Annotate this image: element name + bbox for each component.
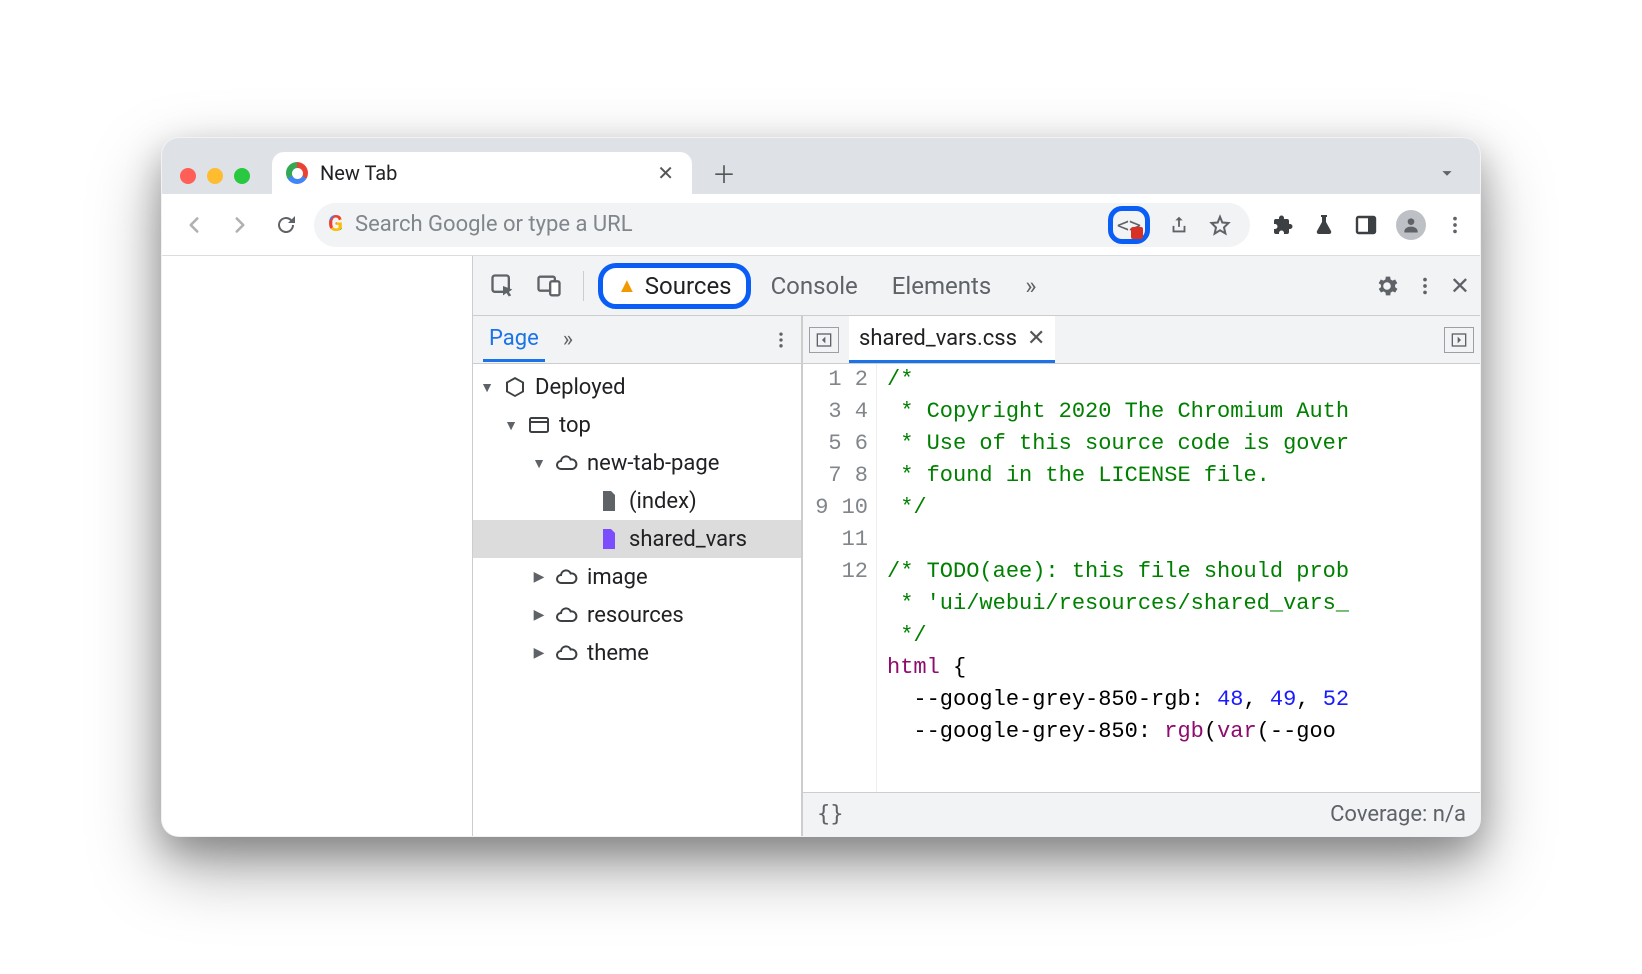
- code-editor[interactable]: 1 2 3 4 5 6 7 8 9 10 11 12 /* * Copyrigh…: [803, 364, 1480, 792]
- devtools-panel: ▲ Sources Console Elements » ✕: [472, 256, 1480, 836]
- tree-label: image: [587, 565, 648, 590]
- tree-label: (index): [629, 489, 697, 514]
- tree-item-shared-vars[interactable]: shared_vars: [473, 520, 801, 558]
- extensions-icon[interactable]: [1270, 213, 1294, 237]
- devtools-close-icon[interactable]: ✕: [1450, 272, 1470, 300]
- omnibox-actions: <>: [1108, 206, 1240, 244]
- tab-strip: New Tab ✕ ＋: [162, 138, 1480, 194]
- minimize-window-button[interactable]: [207, 168, 223, 184]
- profile-avatar-icon[interactable]: [1396, 210, 1426, 240]
- tab-overflow[interactable]: »: [1011, 268, 1050, 304]
- navigator-tab-overflow[interactable]: »: [557, 319, 579, 360]
- toolbar-right-icons: [1260, 210, 1466, 240]
- show-debugger-button[interactable]: [1444, 327, 1474, 353]
- labs-icon[interactable]: [1312, 213, 1336, 237]
- devtools-indicator-icon: <>: [1117, 213, 1141, 237]
- tab-sources-highlight[interactable]: ▲ Sources: [598, 263, 751, 309]
- navigator-panel: Page » Deployed: [473, 316, 803, 836]
- share-icon[interactable]: [1168, 214, 1190, 236]
- tab-sources-label: Sources: [645, 272, 732, 300]
- close-file-button[interactable]: ✕: [1027, 326, 1045, 351]
- device-toolbar-icon[interactable]: [529, 266, 569, 306]
- side-panel-icon[interactable]: [1354, 213, 1378, 237]
- tree-item-index[interactable]: (index): [473, 482, 801, 520]
- cloud-icon: [555, 451, 579, 475]
- close-window-button[interactable]: [180, 168, 196, 184]
- cloud-icon: [555, 603, 579, 627]
- coverage-status: Coverage: n/a: [1330, 802, 1466, 827]
- tree-item-top[interactable]: top: [473, 406, 801, 444]
- tree-label: Deployed: [535, 375, 626, 400]
- devtools-tab-bar: ▲ Sources Console Elements » ✕: [473, 256, 1480, 316]
- tree-item-resources[interactable]: resources: [473, 596, 801, 634]
- warning-triangle-icon: ▲: [617, 273, 637, 298]
- devtools-body: Page » Deployed: [473, 316, 1480, 836]
- google-icon: G: [328, 212, 343, 237]
- pretty-print-button[interactable]: {}: [817, 802, 844, 827]
- deployed-icon: [503, 375, 527, 399]
- page-viewport: [162, 256, 472, 836]
- tree-label: top: [559, 413, 591, 438]
- tree-label: new-tab-page: [587, 451, 719, 476]
- navigator-tab-bar: Page »: [473, 316, 801, 364]
- browser-toolbar: G Search Google or type a URL <>: [162, 194, 1480, 256]
- line-gutter: 1 2 3 4 5 6 7 8 9 10 11 12: [803, 364, 877, 792]
- address-bar[interactable]: G Search Google or type a URL <>: [314, 203, 1250, 247]
- devtools-menu-icon[interactable]: [1414, 275, 1436, 297]
- source-status-bar: {} Coverage: n/a: [803, 792, 1480, 836]
- tree-item-new-tab-page[interactable]: new-tab-page: [473, 444, 801, 482]
- fullscreen-window-button[interactable]: [234, 168, 250, 184]
- navigator-menu-icon[interactable]: [771, 330, 791, 350]
- code-content: /* * Copyright 2020 The Chromium Auth * …: [877, 364, 1349, 792]
- content-area: ▲ Sources Console Elements » ✕: [162, 256, 1480, 836]
- navigator-tab-page[interactable]: Page: [483, 318, 545, 362]
- open-file-name: shared_vars.css: [859, 326, 1017, 351]
- window-controls: [180, 168, 250, 194]
- tree-item-theme[interactable]: theme: [473, 634, 801, 672]
- file-css-icon: [597, 527, 621, 551]
- back-button[interactable]: [176, 207, 212, 243]
- new-tab-button[interactable]: ＋: [706, 154, 742, 190]
- tree-item-image[interactable]: image: [473, 558, 801, 596]
- cloud-icon: [555, 641, 579, 665]
- inspect-element-icon[interactable]: [483, 266, 523, 306]
- tree-item-deployed[interactable]: Deployed: [473, 368, 801, 406]
- source-panel: shared_vars.css ✕ 1 2 3 4 5 6 7 8 9 10 1…: [803, 316, 1480, 836]
- forward-button[interactable]: [222, 207, 258, 243]
- tab-elements[interactable]: Elements: [878, 268, 1005, 304]
- bookmark-star-icon[interactable]: [1208, 213, 1232, 237]
- frame-icon: [527, 413, 551, 437]
- chrome-menu-icon[interactable]: [1444, 214, 1466, 236]
- chrome-logo-icon: [286, 162, 308, 184]
- reload-button[interactable]: [268, 207, 304, 243]
- source-tab-bar: shared_vars.css ✕: [803, 316, 1480, 364]
- omnibox-placeholder: Search Google or type a URL: [355, 212, 633, 237]
- tree-label: resources: [587, 603, 684, 628]
- browser-window: New Tab ✕ ＋ G Search Google or type a UR…: [161, 137, 1481, 837]
- devtools-settings-icon[interactable]: [1374, 273, 1400, 299]
- devtools-indicator-highlight[interactable]: <>: [1108, 206, 1150, 244]
- tab-title: New Tab: [320, 161, 397, 185]
- show-navigator-button[interactable]: [809, 327, 839, 353]
- close-tab-button[interactable]: ✕: [657, 161, 674, 185]
- file-tree: Deployed top new-tab-page: [473, 364, 801, 836]
- tabs-menu-button[interactable]: [1436, 162, 1458, 184]
- file-icon: [597, 489, 621, 513]
- tab-console[interactable]: Console: [757, 268, 872, 304]
- cloud-icon: [555, 565, 579, 589]
- tree-label: shared_vars: [629, 527, 747, 552]
- browser-tab[interactable]: New Tab ✕: [272, 152, 692, 194]
- tree-label: theme: [587, 641, 649, 666]
- open-file-tab[interactable]: shared_vars.css ✕: [849, 316, 1055, 363]
